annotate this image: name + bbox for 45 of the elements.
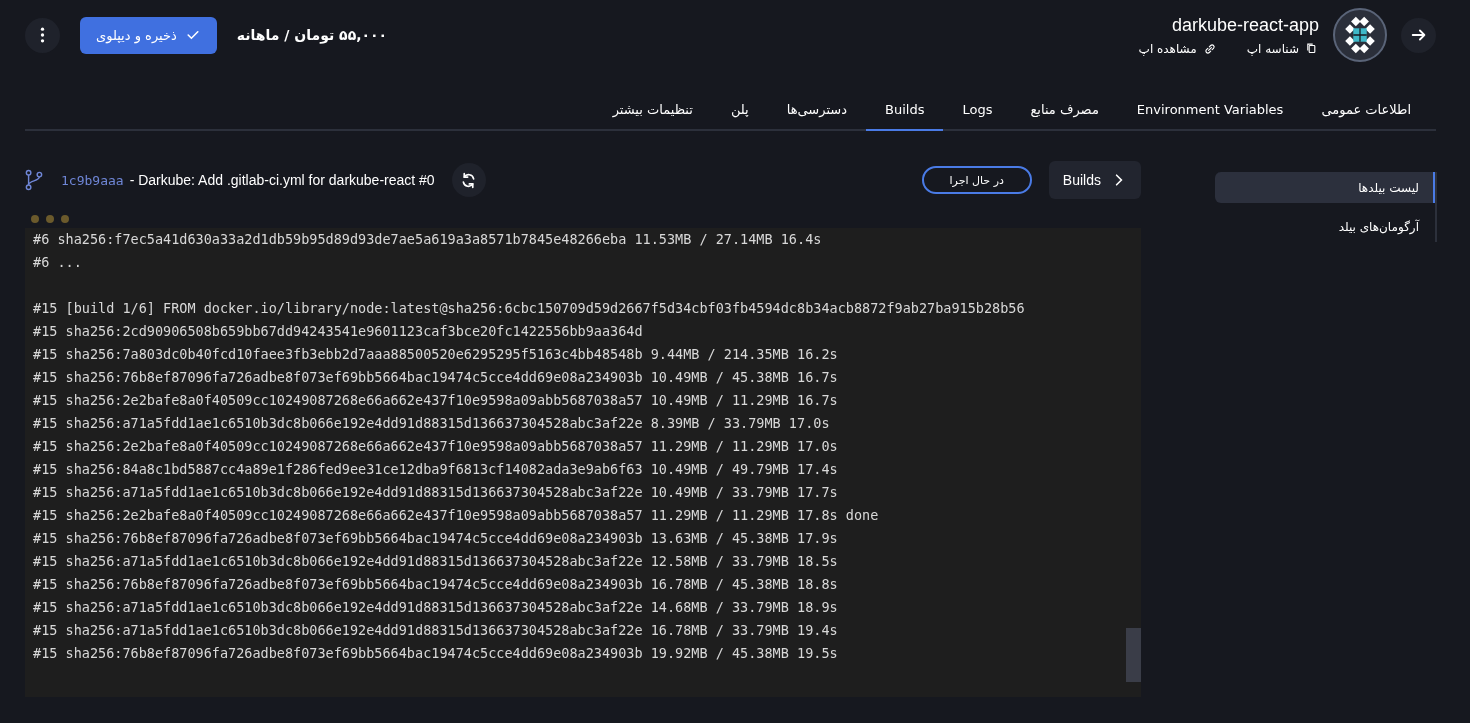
sidebar-item[interactable]: آرگومان‌های بیلد: [1215, 211, 1435, 242]
commit-hash-link[interactable]: 1c9b9aaa: [61, 172, 124, 188]
log-line: #15 sha256:a71a5fdd1ae1c6510b3dc8b066e192e4dd91d88315d136637304528abc3af22e 8.39MB / 33.79MB 17.0s: [33, 414, 831, 433]
tab[interactable]: Environment Variables: [1117, 89, 1303, 131]
tab[interactable]: تنظیمات بیشتر: [593, 89, 712, 131]
log-line: #15 sha256:2e2bafe8a0f40509cc10249087268e66a662e437f10e9598a09abb5687038a57 11.29MB / 11.29MB 17.0s: [33, 437, 839, 456]
log-line: #6 sha256:f7ec5a41d630a33a2d1db59b95d89d93de7ae5a619a3a8571b7845e48266eba 11.53MB / 27.14MB 16.4s: [33, 230, 823, 249]
log-line: #15 sha256:a71a5fdd1ae1c6510b3dc8b066e192e4dd91d88315d136637304528abc3af22e 12.58MB / 33.79MB 18.5s: [33, 552, 839, 571]
log-line: #15 [build 1/6] FROM docker.io/library/node:latest@sha256:6cbc150709d59d2667f5d34cbf03fb4594dc8b34acb8872f9ab27ba915b28b56: [33, 299, 1026, 318]
tab[interactable]: اطلاعات عمومی: [1302, 89, 1430, 131]
tab[interactable]: پلن: [711, 89, 768, 131]
log-line: #15 sha256:2e2bafe8a0f40509cc10249087268e66a662e437f10e9598a09abb5687038a57 11.29MB / 11.29MB 17.8s done: [33, 506, 880, 525]
log-line: #15 sha256:a71a5fdd1ae1c6510b3dc8b066e192e4dd91d88315d136637304528abc3af22e 16.78MB / 33.79MB 19.4s: [33, 621, 839, 640]
commit-message: - Darkube: Add .gitlab-ci.yml for darkube-react #0: [129, 172, 435, 188]
log-line: #15 sha256:2cd90906508b659bb67dd94243541e9601123caf3bce20fc1422556bb9aa364d: [33, 322, 644, 341]
loading-dots-icon: [31, 215, 69, 223]
back-button[interactable]: [1401, 17, 1436, 53]
tab[interactable]: Logs: [943, 89, 1012, 131]
more-vertical-icon: [40, 26, 45, 44]
log-line: #15 sha256:76b8ef87096fa726adbe8f073ef69bb5664bac19474c5cce4dd69e08a234903b 10.49MB / 45.38MB 16.7s: [33, 368, 839, 387]
app-link[interactable]: شناسه اپ: [1246, 41, 1319, 56]
link-icon: [1202, 41, 1217, 56]
price-label: ۵۵,۰۰۰ تومان / ماهانه: [236, 27, 388, 43]
app-link[interactable]: مشاهده اپ: [1138, 41, 1217, 56]
log-line: #15 sha256:a71a5fdd1ae1c6510b3dc8b066e192e4dd91d88315d136637304528abc3af22e 14.68MB / 33.79MB 18.9s: [33, 598, 839, 617]
tab[interactable]: دسترسی‌ها: [767, 89, 867, 131]
log-line: #15 sha256:76b8ef87096fa726adbe8f073ef69bb5664bac19474c5cce4dd69e08a234903b 19.92MB / 45.38MB 19.5s: [33, 644, 839, 663]
more-button[interactable]: [25, 17, 60, 53]
scrollbar-thumb[interactable]: [1126, 628, 1141, 682]
log-line: #15 sha256:76b8ef87096fa726adbe8f073ef69bb5664bac19474c5cce4dd69e08a234903b 16.78MB / 45.38MB 18.8s: [33, 575, 839, 594]
refresh-button[interactable]: [451, 163, 486, 197]
log-line: #15 sha256:2e2bafe8a0f40509cc10249087268e66a662e437f10e9598a09abb5687038a57 10.49MB / 11.29MB 16.7s: [33, 391, 839, 410]
log-line: #15 sha256:7a803dc0b40fcd10faee3fb3ebb2d7aaa88500520e6295295f5163c4bb48548b 9.44MB / 214.35MB 16.2s: [33, 345, 839, 364]
tab[interactable]: مصرف منابع: [1011, 89, 1118, 131]
log-line: #6 ...: [33, 253, 83, 272]
status-badge: در حال اجرا: [921, 166, 1032, 194]
log-line: #15 sha256:a71a5fdd1ae1c6510b3dc8b066e192e4dd91d88315d136637304528abc3af22e 10.49MB / 33.79MB 17.7s: [33, 483, 839, 502]
git-branch-icon: [25, 169, 43, 191]
log-line: #15 sha256:76b8ef87096fa726adbe8f073ef69bb5664bac19474c5cce4dd69e08a234903b 13.63MB / 45.38MB 17.9s: [33, 529, 839, 548]
sidebar-item[interactable]: لیست بیلدها: [1215, 172, 1435, 203]
tab[interactable]: Builds: [866, 89, 944, 131]
builds-back-button[interactable]: Builds: [1048, 161, 1141, 199]
app-name: darkube-react-app: [1170, 14, 1319, 36]
log-line: #15 sha256:84a8c1bd5887cc4a89e1f286fed9ee31ce12dba9f6813cf14082ada3e9ab6f63 10.49MB / 49.79MB 17.4s: [33, 460, 839, 479]
save-deploy-button[interactable]: ذخیره و دیپلوی: [80, 16, 217, 54]
